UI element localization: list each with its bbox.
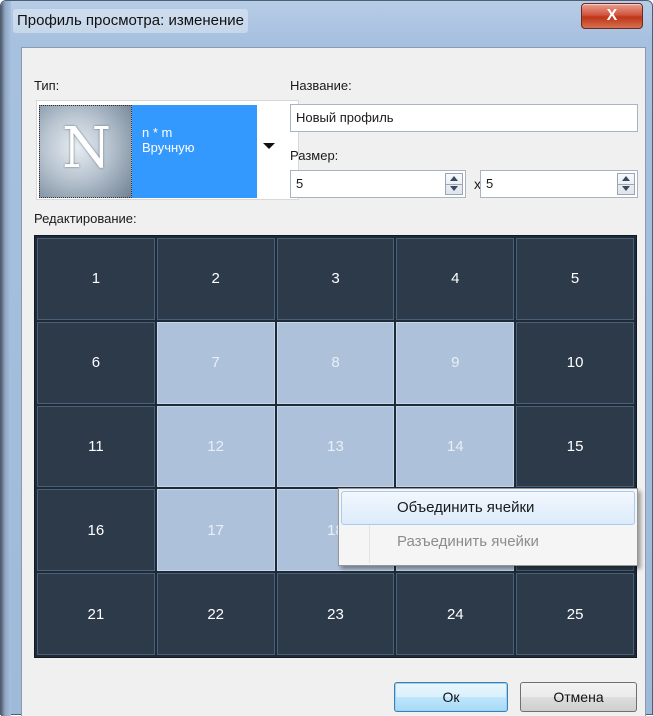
- spin-arrows-icon[interactable]: [617, 173, 635, 195]
- grid-cell[interactable]: 3: [276, 238, 395, 320]
- grid-cell[interactable]: 14: [396, 405, 515, 488]
- tile-letter: N: [62, 116, 111, 181]
- rows-value: 5: [296, 176, 304, 191]
- grid-cell[interactable]: 21: [37, 573, 155, 655]
- context-menu: Объединить ячейки Разъединить ячейки: [338, 488, 638, 566]
- cols-value: 5: [486, 176, 494, 191]
- grid-cell[interactable]: 8: [276, 321, 395, 404]
- cancel-button[interactable]: Отмена: [520, 682, 637, 712]
- type-mode: Вручную: [142, 140, 195, 155]
- grid-cell[interactable]: 10: [516, 321, 634, 404]
- grid-cell[interactable]: 16: [37, 489, 155, 572]
- grid-cell[interactable]: 25: [516, 573, 634, 655]
- grid-cell[interactable]: 9: [396, 321, 515, 404]
- grid-cell[interactable]: 4: [396, 238, 515, 320]
- grid-cell[interactable]: 24: [396, 573, 515, 655]
- editing-label: Редактирование:: [34, 211, 137, 226]
- dialog-window: Профиль просмотра: изменение X Тип: N n …: [0, 0, 653, 716]
- window-title: Профиль просмотра: изменение: [13, 9, 248, 33]
- cols-stepper[interactable]: 5: [480, 170, 638, 198]
- dialog-client-area: Тип: N n * m Вручную Название: Новый про…: [21, 47, 646, 716]
- grid-cell[interactable]: 6: [37, 321, 155, 404]
- grid-cell[interactable]: 23: [276, 573, 395, 655]
- spin-arrows-icon[interactable]: [445, 173, 463, 195]
- type-formula: n * m: [142, 125, 173, 140]
- type-combo[interactable]: N n * m Вручную: [36, 100, 299, 200]
- size-label: Размер:: [290, 148, 339, 163]
- split-cells-item[interactable]: Разъединить ячейки: [341, 525, 635, 559]
- type-label: Тип:: [34, 78, 60, 93]
- grid-cell[interactable]: 22: [156, 573, 275, 655]
- grid-cell[interactable]: 15: [516, 405, 634, 488]
- grid-cell[interactable]: 2: [156, 238, 275, 320]
- dropdown-arrow-icon[interactable]: [263, 143, 275, 149]
- grid-cell[interactable]: 17: [156, 489, 275, 572]
- layout-grid[interactable]: 1234567891011121314151617181920212223242…: [34, 235, 637, 658]
- name-label: Название:: [290, 78, 352, 93]
- grid-cell[interactable]: 5: [516, 238, 634, 320]
- grid-cell[interactable]: 12: [156, 405, 275, 488]
- grid-cell[interactable]: 1: [37, 238, 155, 320]
- close-button[interactable]: X: [581, 3, 643, 29]
- manual-layout-icon: N: [39, 105, 132, 198]
- name-field[interactable]: Новый профиль: [290, 104, 638, 132]
- grid-cell[interactable]: 13: [276, 405, 395, 488]
- grid-cell[interactable]: 7: [156, 321, 275, 404]
- rows-stepper[interactable]: 5: [290, 170, 466, 198]
- type-selected-item[interactable]: n * m Вручную: [132, 105, 257, 198]
- merge-cells-item[interactable]: Объединить ячейки: [341, 491, 635, 525]
- ok-button[interactable]: Ок: [394, 682, 508, 712]
- grid-cell[interactable]: 11: [37, 405, 155, 488]
